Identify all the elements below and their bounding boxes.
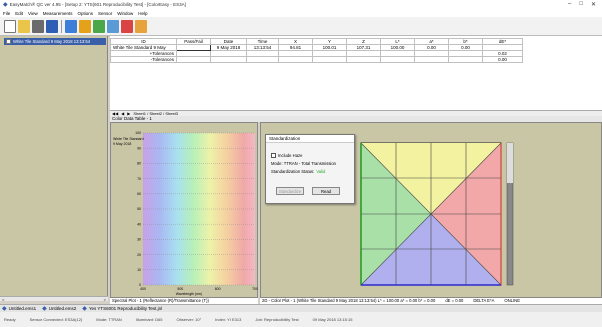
- table-cell: [414, 56, 449, 63]
- menu-help[interactable]: Help: [138, 11, 147, 16]
- status-ready: Ready: [4, 317, 16, 322]
- table-cell: [448, 56, 483, 63]
- open-folder-icon[interactable]: [18, 19, 30, 33]
- tolerance-icon[interactable]: [135, 19, 147, 33]
- tree-item-label: White Tile Standard 9 May 2018 13:13:54: [13, 39, 91, 44]
- standard-icon[interactable]: [79, 19, 91, 33]
- tab-reproducibility-test[interactable]: ◆ Yes YTS6001 Reproducibility Test.jnl: [82, 305, 162, 312]
- sample-icon[interactable]: [93, 19, 105, 33]
- status-illuminant: Illuminant: D65: [135, 317, 163, 322]
- x-axis-label: Wavelength (nm): [176, 292, 203, 296]
- legend-line-1: White Tile Standard: [113, 137, 144, 141]
- read-button[interactable]: Read: [312, 187, 340, 195]
- x-tick-label: 500: [177, 287, 183, 291]
- menu-sensor[interactable]: Sensor: [98, 11, 112, 16]
- spectral-plot: 1009080706050403020100400 500 600 700 White…: [113, 131, 258, 296]
- y-tick-label: 90: [137, 146, 141, 150]
- menu-view[interactable]: View: [28, 11, 38, 16]
- mode-label: Mode: TTRAN - Total Transmission: [271, 161, 337, 166]
- tab-label: Untitled.ems1: [8, 306, 37, 311]
- color-data-table: ID Pass/Fail Date Time X Y Z L* a* b* dE* White Ti…: [110, 38, 523, 63]
- status-value: Valid: [316, 169, 326, 174]
- maximize-button[interactable]: □: [579, 1, 583, 8]
- standardization-dialog: Standardization Include Haze Mode: TTRAN…: [265, 134, 355, 204]
- sidebar-scrollbar[interactable]: < >: [0, 296, 108, 302]
- scroll-right-icon[interactable]: >: [104, 297, 106, 302]
- spectral-plot-panel: 100 90 80 70 60 50 40 30 20 10 0 400 500 600 700 White…: [110, 122, 258, 298]
- y-tick-label: 10: [137, 268, 141, 272]
- job-tree-panel: White Tile Standard 9 May 2018 13:13:54 …: [0, 36, 108, 302]
- table-cell: [312, 56, 347, 63]
- menu-window[interactable]: Window: [117, 11, 133, 16]
- y-tick-label: 50: [137, 207, 141, 211]
- scroll-left-icon[interactable]: <: [2, 297, 4, 302]
- tab-untitled-2[interactable]: ◆ Untitled.ems2: [42, 305, 76, 312]
- status-label: Standardization Status:: [271, 169, 315, 174]
- status-sensor: Sensor Connected: ES3A(12): [29, 317, 83, 322]
- menu-bar: File Edit View Measurements Options Sens…: [0, 9, 602, 17]
- x-tick-label: 600: [215, 287, 221, 291]
- table-cell: [176, 56, 211, 63]
- status-mode: Mode: TTRAN: [96, 317, 122, 322]
- y-tick-label: 70: [137, 177, 141, 181]
- checkbox[interactable]: [6, 39, 11, 44]
- table-cell: [380, 56, 415, 63]
- y-tick-label: 100: [135, 131, 141, 135]
- include-haze-label: Include Haze: [278, 153, 303, 158]
- document-tabs: ◆ Untitled.ems1 ◆ Untitled.ems2 ◆ Yes YTS60…: [0, 304, 602, 312]
- menu-edit[interactable]: Edit: [15, 11, 23, 16]
- status-row: Standardization Status: Valid: [266, 166, 354, 174]
- table-cell: [346, 56, 381, 63]
- legend-line-2: 9 May 2018: [113, 142, 131, 146]
- status-datetime: 09 May 2018 13:15:15: [312, 317, 353, 322]
- status-bar: Ready Sensor Connected: ES3A(12) Mode: T…: [0, 312, 602, 327]
- status-index: Index: YI E313: [215, 317, 242, 322]
- table-cell: [278, 56, 313, 63]
- toolbar-separator: [61, 19, 62, 33]
- document-icon: ◆: [82, 306, 87, 312]
- menu-options[interactable]: Options: [77, 11, 93, 16]
- close-button[interactable]: ✕: [591, 1, 596, 8]
- read-icon[interactable]: [121, 19, 133, 33]
- x-tick-label: 700: [252, 287, 258, 291]
- toolbar: [0, 17, 602, 36]
- include-haze-row[interactable]: Include Haze: [266, 143, 354, 158]
- y-tick-label: 20: [137, 253, 141, 257]
- status-job: Job: Reproducibility Test: [255, 317, 299, 322]
- lightness-bar-highlight: [507, 143, 513, 183]
- table-cell: 0.00: [482, 56, 523, 63]
- y-tick-label: 30: [137, 238, 141, 242]
- tree-item-standard[interactable]: White Tile Standard 9 May 2018 13:13:54: [4, 38, 106, 45]
- y-tick-label: 80: [137, 162, 141, 166]
- include-haze-checkbox[interactable]: [271, 153, 276, 158]
- app-icon: ◆: [3, 2, 8, 8]
- table-cell: [246, 56, 279, 63]
- table-row[interactable]: -Tolerances 0.00: [110, 56, 523, 63]
- tab-untitled-1[interactable]: ◆ Untitled.ems1: [2, 305, 36, 312]
- standardize-button[interactable]: Standardize: [276, 187, 304, 195]
- tab-label: Yes YTS6001 Reproducibility Test.jnl: [88, 306, 163, 311]
- minimize-button[interactable]: –: [568, 1, 571, 8]
- table-cell: -Tolerances: [110, 56, 177, 63]
- status-observer: Observer: 10°: [176, 317, 202, 322]
- tab-label: Untitled.ems2: [48, 306, 77, 311]
- save-icon[interactable]: [46, 19, 58, 33]
- x-tick-label: 400: [140, 287, 146, 291]
- print-icon[interactable]: [32, 19, 44, 33]
- document-icon: ◆: [42, 306, 47, 312]
- document-icon: ◆: [2, 306, 7, 312]
- table-cell: [210, 56, 247, 63]
- menu-measurements[interactable]: Measurements: [43, 11, 73, 16]
- window-title: EasyMatch® QC ver 4.95 - [Setup 2: YTS(6…: [9, 2, 186, 7]
- dialog-title: Standardization: [266, 135, 354, 143]
- color-icon[interactable]: [107, 19, 119, 33]
- new-file-icon[interactable]: [4, 19, 16, 33]
- menu-file[interactable]: File: [3, 11, 10, 16]
- color-data-table-panel: ID Pass/Fail Date Time X Y Z L* a* b* dE* White Ti…: [110, 36, 602, 122]
- chart-icon[interactable]: [65, 19, 77, 33]
- y-tick-label: 40: [137, 222, 141, 226]
- title-bar: ◆ EasyMatch® QC ver 4.95 - [Setup 2: YTS…: [0, 0, 602, 9]
- y-tick-label: 60: [137, 192, 141, 196]
